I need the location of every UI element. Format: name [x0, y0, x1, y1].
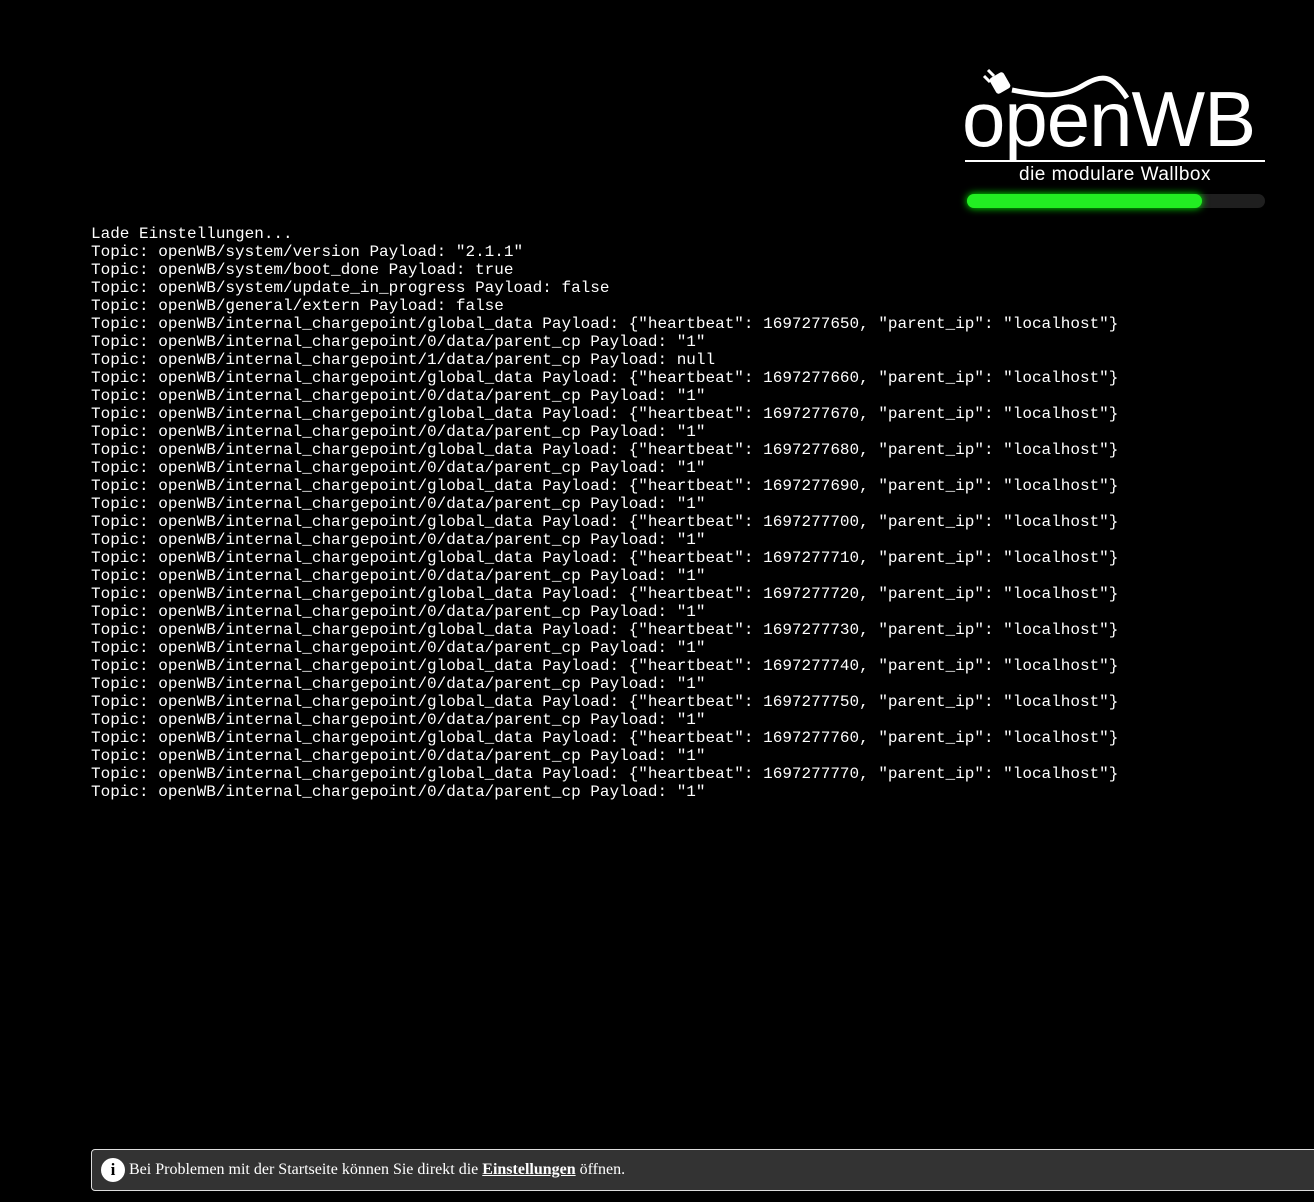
log-line: Topic: openWB/internal_chargepoint/0/dat… [91, 333, 706, 351]
log-line: Topic: openWB/internal_chargepoint/0/dat… [91, 567, 706, 585]
log-line: Topic: openWB/internal_chargepoint/0/dat… [91, 423, 706, 441]
log-line: Topic: openWB/internal_chargepoint/0/dat… [91, 783, 706, 801]
info-icon: i [101, 1158, 125, 1182]
log-line: Topic: openWB/internal_chargepoint/globa… [91, 657, 1119, 675]
logo-subtitle: die modulare Wallbox [1019, 164, 1211, 185]
loading-progress-fill [967, 194, 1203, 208]
log-line: Topic: openWB/internal_chargepoint/globa… [91, 369, 1119, 387]
log-line: Topic: openWB/internal_chargepoint/0/dat… [91, 531, 706, 549]
log-line: Topic: openWB/internal_chargepoint/0/dat… [91, 495, 706, 513]
banner-text-end: öffnen. [579, 1161, 626, 1178]
log-line: Topic: openWB/internal_chargepoint/globa… [91, 315, 1119, 333]
log-line: Topic: openWB/system/boot_done Payload: … [91, 261, 514, 279]
logo-divider [965, 160, 1265, 162]
log-line: Topic: openWB/internal_chargepoint/1/dat… [91, 351, 716, 369]
settings-link[interactable]: Einstellungen [482, 1161, 575, 1179]
log-line: Topic: openWB/internal_chargepoint/0/dat… [91, 387, 706, 405]
loading-progress-bar [967, 194, 1265, 208]
log-line: Topic: openWB/internal_chargepoint/globa… [91, 441, 1119, 459]
log-line: Topic: openWB/internal_chargepoint/0/dat… [91, 675, 706, 693]
log-line: Topic: openWB/general/extern Payload: fa… [91, 297, 504, 315]
log-line: Topic: openWB/internal_chargepoint/globa… [91, 549, 1119, 567]
log-line: Topic: openWB/internal_chargepoint/globa… [91, 513, 1119, 531]
log-line: Topic: openWB/internal_chargepoint/globa… [91, 621, 1119, 639]
log-line: Topic: openWB/internal_chargepoint/0/dat… [91, 459, 706, 477]
log-line: Topic: openWB/internal_chargepoint/globa… [91, 729, 1119, 747]
log-line: Topic: openWB/system/version Payload: "2… [91, 243, 524, 261]
log-line: Topic: openWB/internal_chargepoint/0/dat… [91, 639, 706, 657]
log-line: Lade Einstellungen... [91, 225, 293, 243]
log-line: Topic: openWB/internal_chargepoint/globa… [91, 693, 1119, 711]
log-line: Topic: openWB/internal_chargepoint/globa… [91, 585, 1119, 603]
banner-text: Bei Problemen mit der Startseite können … [129, 1161, 479, 1178]
log-line: Topic: openWB/system/update_in_progress … [91, 279, 610, 297]
log-line: Topic: openWB/internal_chargepoint/0/dat… [91, 603, 706, 621]
log-line: Topic: openWB/internal_chargepoint/0/dat… [91, 711, 706, 729]
log-line: Topic: openWB/internal_chargepoint/globa… [91, 765, 1119, 783]
log-line: Topic: openWB/internal_chargepoint/0/dat… [91, 747, 706, 765]
openwb-logo: openWB die modulare Wallbox [962, 68, 1268, 190]
logo-title: openWB [962, 75, 1256, 163]
log-output: Lade Einstellungen... Topic: openWB/syste… [91, 225, 1118, 801]
log-line: Topic: openWB/internal_chargepoint/globa… [91, 477, 1119, 495]
log-line: Topic: openWB/internal_chargepoint/globa… [91, 405, 1119, 423]
info-banner: i Bei Problemen mit der Startseite könne… [91, 1149, 1314, 1191]
